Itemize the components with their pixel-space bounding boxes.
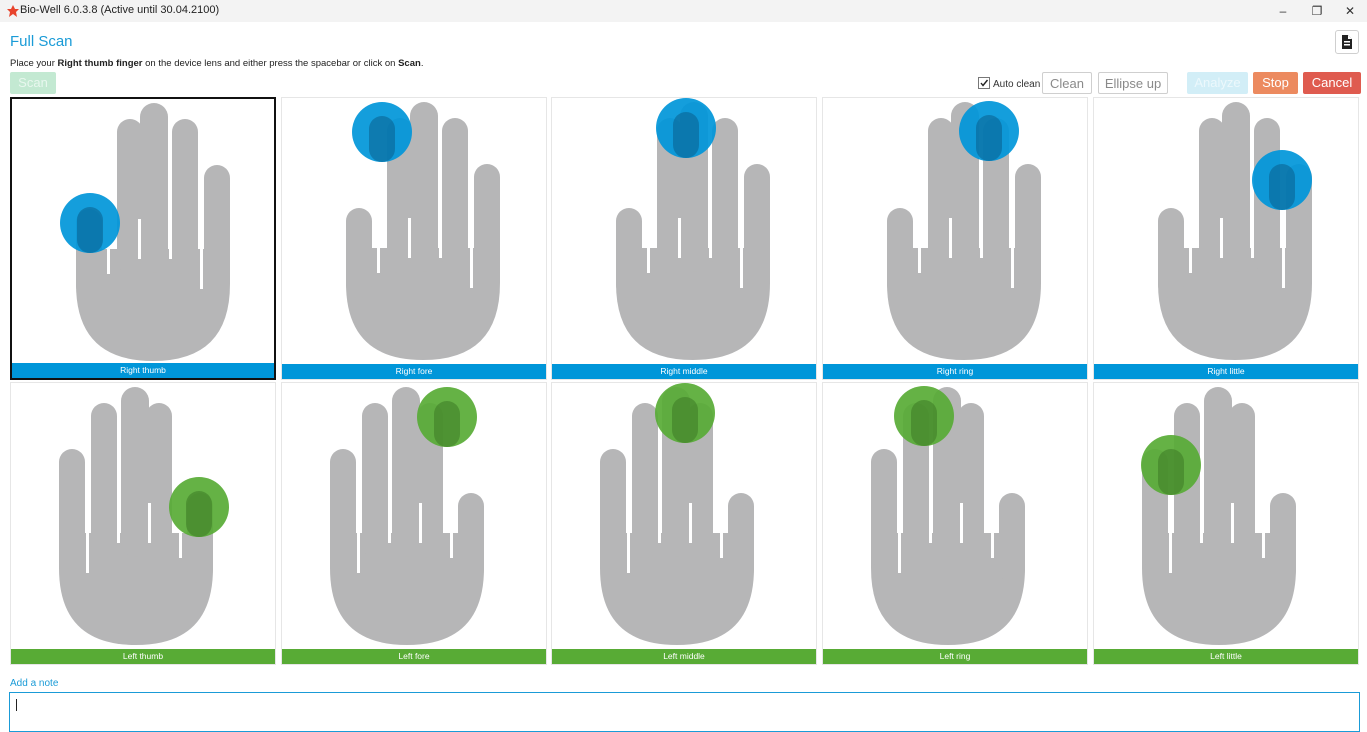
bio-well-logo-icon xyxy=(7,5,19,17)
instruction-prefix: Place your xyxy=(10,58,58,69)
scan-button[interactable]: Scan xyxy=(10,72,56,94)
finger-label: Left little xyxy=(1094,649,1358,664)
finger-label: Right fore xyxy=(282,364,546,379)
finger-label: Right middle xyxy=(552,364,816,379)
finger-tile-right-4[interactable]: Right little xyxy=(1093,97,1359,380)
checkmark-icon xyxy=(980,79,989,87)
stop-button[interactable]: Stop xyxy=(1253,72,1298,94)
right-hand-icon xyxy=(1158,102,1312,360)
page-title: Full Scan xyxy=(10,33,73,50)
window-title: Bio-Well 6.0.3.8 (Active until 30.04.210… xyxy=(20,4,220,16)
finger-tile-left-3[interactable]: Left ring xyxy=(822,382,1088,665)
finger-label: Right little xyxy=(1094,364,1358,379)
auto-clean-checkbox[interactable] xyxy=(978,77,990,89)
finger-label: Right ring xyxy=(823,364,1087,379)
hand-silhouette xyxy=(1158,102,1312,360)
finger-tile-right-1[interactable]: Right fore xyxy=(281,97,547,380)
fingertip-highlight xyxy=(911,400,937,446)
fingertip-highlight xyxy=(1269,164,1295,210)
finger-tile-right-0[interactable]: Right thumb xyxy=(10,97,276,380)
finger-tile-left-1[interactable]: Left fore xyxy=(281,382,547,665)
left-hand-icon xyxy=(59,387,229,645)
left-hand-icon xyxy=(871,386,1025,645)
instruction-middle: on the device lens and either press the … xyxy=(142,58,399,69)
ellipse-up-button[interactable]: Ellipse up xyxy=(1098,72,1168,94)
fingertip-highlight xyxy=(673,112,699,158)
clean-button[interactable]: Clean xyxy=(1042,72,1092,94)
auto-clean-label: Auto clean xyxy=(993,79,1041,90)
left-hand-icon xyxy=(330,387,484,645)
right-hand-icon xyxy=(616,98,770,360)
fingertip-highlight xyxy=(186,491,212,537)
right-hand-icon xyxy=(60,103,230,361)
finger-label: Left fore xyxy=(282,649,546,664)
hand-silhouette xyxy=(1142,387,1296,645)
finger-tile-left-0[interactable]: Left thumb xyxy=(10,382,276,665)
fingertip-highlight xyxy=(1158,449,1184,495)
finger-label: Left thumb xyxy=(11,649,275,664)
left-hand-icon xyxy=(1141,387,1296,645)
fingertip-highlight xyxy=(369,116,395,162)
finger-tile-right-3[interactable]: Right ring xyxy=(822,97,1088,380)
report-button[interactable] xyxy=(1335,30,1359,54)
document-icon xyxy=(1342,35,1352,49)
title-bar: Bio-Well 6.0.3.8 (Active until 30.04.210… xyxy=(0,0,1367,22)
cancel-button[interactable]: Cancel xyxy=(1303,72,1361,94)
finger-label: Left ring xyxy=(823,649,1087,664)
restore-icon[interactable]: ❐ xyxy=(1300,0,1334,22)
right-hand-icon xyxy=(346,102,500,360)
close-icon[interactable]: ✕ xyxy=(1333,0,1367,22)
scan-instruction: Place your Right thumb finger on the dev… xyxy=(10,58,423,69)
add-note-label: Add a note xyxy=(10,678,59,689)
left-hand-icon xyxy=(600,383,754,645)
auto-clean-toggle[interactable]: Auto clean xyxy=(978,77,1040,90)
analyze-button[interactable]: Analyze xyxy=(1187,72,1248,94)
finger-tile-left-4[interactable]: Left little xyxy=(1093,382,1359,665)
fingertip-highlight xyxy=(976,115,1002,161)
finger-label: Right thumb xyxy=(12,363,274,378)
fingertip-highlight xyxy=(434,401,460,447)
finger-tile-left-2[interactable]: Left middle xyxy=(551,382,817,665)
instruction-finger: Right thumb finger xyxy=(57,58,143,69)
right-hand-icon xyxy=(887,101,1041,360)
text-caret xyxy=(16,699,17,711)
note-input[interactable] xyxy=(9,692,1360,732)
finger-tile-right-2[interactable]: Right middle xyxy=(551,97,817,380)
minimize-icon[interactable]: – xyxy=(1266,0,1300,22)
finger-label: Left middle xyxy=(552,649,816,664)
fingertip-highlight xyxy=(77,207,103,253)
instruction-action: Scan xyxy=(398,58,421,69)
fingertip-highlight xyxy=(672,397,698,443)
instruction-suffix: . xyxy=(420,58,424,69)
